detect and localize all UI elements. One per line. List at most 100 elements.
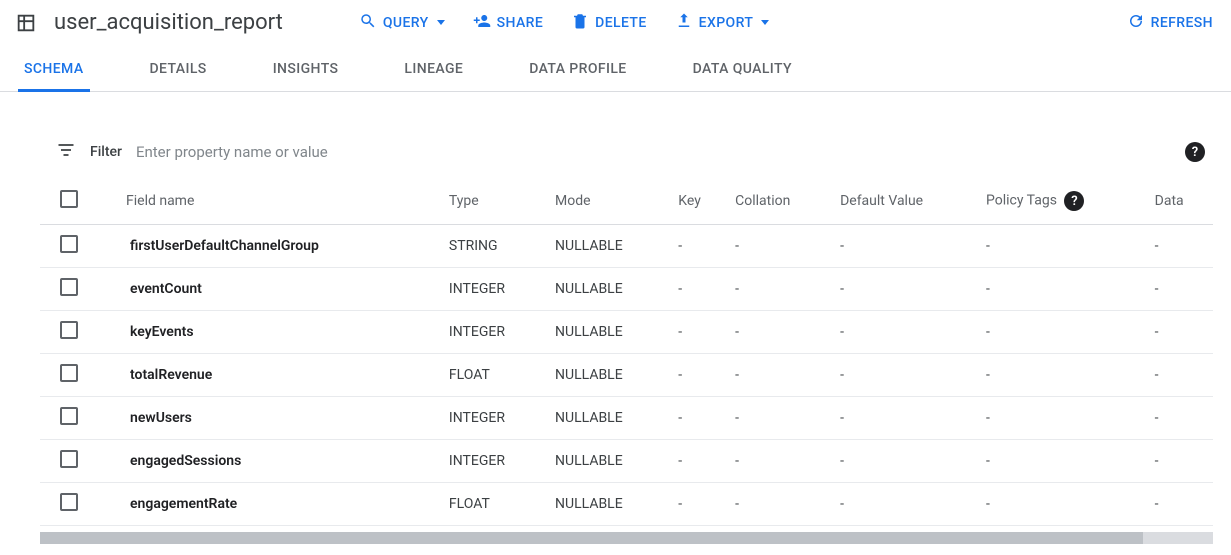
share-button[interactable]: SHARE (473, 12, 544, 34)
field-policy-tags: - (978, 440, 1147, 483)
field-type: STRING (441, 225, 547, 268)
filter-label: Filter (90, 144, 122, 160)
toolbar: user_acquisition_report QUERY SHARE DELE… (0, 0, 1231, 49)
field-name: totalRevenue (126, 367, 212, 383)
field-mode: NULLABLE (547, 483, 670, 526)
help-icon[interactable]: ? (1064, 191, 1084, 211)
refresh-button[interactable]: REFRESH (1127, 12, 1213, 34)
dropdown-arrow-icon (761, 20, 769, 25)
tab-data-profile[interactable]: DATA PROFILE (523, 49, 632, 92)
field-name: eventCount (126, 281, 202, 297)
field-default: - (832, 354, 978, 397)
scrollbar-thumb[interactable] (40, 532, 1143, 544)
field-data: - (1147, 483, 1213, 526)
field-type: FLOAT (441, 354, 547, 397)
filter-input[interactable] (136, 143, 1171, 161)
col-field-name: Field name (86, 178, 441, 225)
filter-icon (56, 140, 76, 164)
field-key: - (670, 397, 727, 440)
filter-row: Filter ? (40, 132, 1213, 178)
field-default: - (832, 397, 978, 440)
field-mode: NULLABLE (547, 225, 670, 268)
table-row: eventCountINTEGERNULLABLE----- (40, 268, 1213, 311)
field-mode: NULLABLE (547, 268, 670, 311)
row-checkbox[interactable] (60, 321, 78, 339)
field-collation: - (727, 225, 832, 268)
col-default-value: Default Value (832, 178, 978, 225)
table-row: totalRevenueFLOATNULLABLE----- (40, 354, 1213, 397)
tab-schema[interactable]: SCHEMA (18, 49, 90, 92)
table-row: keyEventsINTEGERNULLABLE----- (40, 311, 1213, 354)
query-label: QUERY (383, 15, 429, 31)
schema-table: Field name Type Mode Key Collation Defau… (40, 178, 1213, 526)
row-checkbox[interactable] (60, 235, 78, 253)
field-policy-tags: - (978, 397, 1147, 440)
field-name: firstUserDefaultChannelGroup (126, 238, 319, 254)
field-mode: NULLABLE (547, 354, 670, 397)
field-policy-tags: - (978, 268, 1147, 311)
field-data: - (1147, 397, 1213, 440)
field-policy-tags: - (978, 225, 1147, 268)
row-checkbox[interactable] (60, 493, 78, 511)
field-data: - (1147, 440, 1213, 483)
field-default: - (832, 268, 978, 311)
delete-button[interactable]: DELETE (571, 12, 647, 34)
select-all-checkbox[interactable] (60, 190, 78, 208)
horizontal-scrollbar[interactable] (40, 532, 1213, 544)
row-checkbox[interactable] (60, 450, 78, 468)
refresh-icon (1127, 12, 1145, 34)
col-policy-tags: Policy Tags ? (978, 178, 1147, 225)
table-icon (14, 11, 38, 35)
field-mode: NULLABLE (547, 440, 670, 483)
refresh-label: REFRESH (1151, 15, 1213, 31)
field-name: keyEvents (126, 324, 194, 340)
field-key: - (670, 225, 727, 268)
field-key: - (670, 268, 727, 311)
table-header-row: Field name Type Mode Key Collation Defau… (40, 178, 1213, 225)
field-type: FLOAT (441, 483, 547, 526)
field-type: INTEGER (441, 397, 547, 440)
field-name: engagementRate (126, 496, 237, 512)
row-checkbox[interactable] (60, 364, 78, 382)
field-data: - (1147, 354, 1213, 397)
query-button[interactable]: QUERY (359, 12, 445, 34)
person-add-icon (473, 12, 491, 34)
row-checkbox[interactable] (60, 407, 78, 425)
export-label: EXPORT (699, 15, 754, 31)
field-name: engagedSessions (126, 453, 241, 469)
tab-lineage[interactable]: LINEAGE (398, 49, 469, 92)
field-policy-tags: - (978, 483, 1147, 526)
field-default: - (832, 440, 978, 483)
field-policy-tags: - (978, 354, 1147, 397)
tab-details[interactable]: DETAILS (144, 49, 213, 92)
delete-label: DELETE (595, 15, 647, 31)
export-button[interactable]: EXPORT (675, 12, 770, 34)
help-icon[interactable]: ? (1185, 142, 1205, 162)
tab-data-quality[interactable]: DATA QUALITY (687, 49, 798, 92)
table-row: engagementRateFLOATNULLABLE----- (40, 483, 1213, 526)
row-checkbox[interactable] (60, 278, 78, 296)
field-data: - (1147, 311, 1213, 354)
field-type: INTEGER (441, 311, 547, 354)
col-data: Data (1147, 178, 1213, 225)
export-icon (675, 12, 693, 34)
field-collation: - (727, 268, 832, 311)
field-collation: - (727, 311, 832, 354)
field-key: - (670, 483, 727, 526)
field-collation: - (727, 440, 832, 483)
tabs: SCHEMA DETAILS INSIGHTS LINEAGE DATA PRO… (0, 49, 1231, 92)
field-policy-tags: - (978, 311, 1147, 354)
field-data: - (1147, 268, 1213, 311)
field-collation: - (727, 397, 832, 440)
share-label: SHARE (497, 15, 544, 31)
field-key: - (670, 440, 727, 483)
field-mode: NULLABLE (547, 397, 670, 440)
table-row: newUsersINTEGERNULLABLE----- (40, 397, 1213, 440)
tab-insights[interactable]: INSIGHTS (267, 49, 345, 92)
field-key: - (670, 354, 727, 397)
field-collation: - (727, 483, 832, 526)
col-key: Key (670, 178, 727, 225)
field-default: - (832, 311, 978, 354)
field-type: INTEGER (441, 440, 547, 483)
field-default: - (832, 483, 978, 526)
